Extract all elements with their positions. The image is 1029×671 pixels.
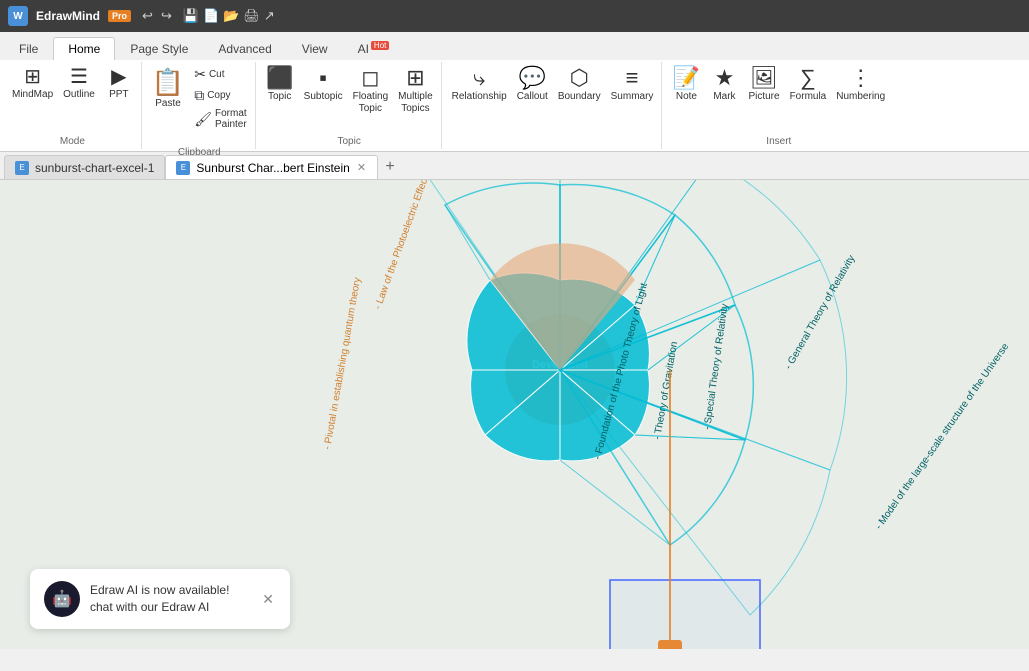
picture-icon: 🖼 — [750, 67, 778, 89]
canvas[interactable]: Developed — [0, 180, 1029, 649]
mark-icon: ★ — [715, 67, 735, 89]
note-icon: 📝 — [673, 67, 700, 89]
undo-button[interactable]: ↩ — [139, 6, 156, 26]
add-tab-button[interactable]: + — [378, 155, 402, 179]
doc-tab-1-icon: E — [15, 161, 29, 175]
boundary-icon: ⬡ — [570, 67, 589, 89]
tab-home[interactable]: Home — [53, 37, 115, 60]
doc-tab-2-label: Sunburst Char...bert Einstein — [196, 161, 349, 175]
pro-badge: Pro — [108, 10, 131, 22]
floating-topic-icon: ◻ — [361, 67, 379, 89]
tab-ai[interactable]: AIHot — [343, 36, 405, 60]
floating-topic-button[interactable]: ◻ Floating Topic — [349, 64, 393, 118]
relationship-button[interactable]: ⤷ Relationship — [448, 64, 511, 106]
doc-tab-bar: E sunburst-chart-excel-1 E Sunburst Char… — [0, 152, 1029, 180]
title-bar: W EdrawMind Pro ↩ ↪ 💾 📄 📂 🖨 ↗ — [0, 0, 1029, 32]
redo-button[interactable]: ↪ — [158, 6, 175, 26]
mindmap-button[interactable]: ⊞ MindMap — [8, 64, 57, 104]
mark-button[interactable]: ★ Mark — [706, 64, 742, 106]
copy-button[interactable]: ⧉ Copy — [190, 85, 250, 106]
topic-group-label: Topic — [262, 136, 437, 147]
print-button[interactable]: 🖨 — [243, 8, 260, 24]
ai-notification-close[interactable]: ✕ — [260, 589, 276, 610]
numbering-icon: ⋮ — [850, 67, 872, 89]
ppt-button[interactable]: ▶ PPT — [101, 64, 137, 104]
summary-button[interactable]: ≡ Summary — [607, 64, 658, 106]
note-button[interactable]: 📝 Note — [668, 64, 704, 106]
app-brand: EdrawMind — [36, 9, 100, 23]
topic-button[interactable]: ⬛ Topic — [262, 64, 298, 106]
save-button[interactable]: 💾 — [183, 8, 199, 24]
format-painter-button[interactable]: 🖌 Format Painter — [190, 106, 250, 132]
svg-text:- Law of the Photoelectric Eff: - Law of the Photoelectric Effect — [372, 180, 431, 311]
ai-notification-text: Edraw AI is now available! chat with our… — [90, 582, 250, 616]
subtopic-button[interactable]: ▪ Subtopic — [300, 64, 347, 106]
mindmap-icon: ⊞ — [24, 67, 41, 87]
multiple-topics-icon: ⊞ — [406, 67, 424, 89]
topic-icon: ⬛ — [266, 67, 293, 89]
ai-notification: 🤖 Edraw AI is now available! chat with o… — [30, 569, 290, 629]
copy-icon: ⧉ — [194, 87, 204, 104]
ai-icon: 🤖 — [44, 581, 80, 617]
ribbon: ⊞ MindMap ☰ Outline ▶ PPT Mode 📋 Paste ✂ — [0, 60, 1029, 152]
ppt-icon: ▶ — [111, 67, 126, 87]
export-button[interactable]: ↗ — [264, 8, 275, 24]
multiple-topics-button[interactable]: ⊞ Multiple Topics — [394, 64, 436, 118]
svg-text:- Model of the large-scale str: - Model of the large-scale structure of … — [873, 341, 1011, 532]
formula-icon: ∑ — [800, 67, 816, 89]
outline-button[interactable]: ☰ Outline — [59, 64, 99, 104]
formula-button[interactable]: ∑ Formula — [786, 64, 831, 106]
doc-tab-2-icon: E — [176, 161, 190, 175]
svg-text:- Pivotal in establishing quan: - Pivotal in establishing quantum theory — [322, 277, 363, 451]
paste-button[interactable]: 📋 Paste — [148, 64, 188, 132]
sunburst-chart: Developed — [180, 180, 1029, 649]
outline-icon: ☰ — [70, 67, 88, 87]
callout-button[interactable]: 💬 Callout — [513, 64, 552, 106]
doc-tab-2[interactable]: E Sunburst Char...bert Einstein ✕ — [165, 155, 378, 179]
topic-group: ⬛ Topic ▪ Subtopic ◻ Floating Topic ⊞ Mu… — [258, 62, 442, 149]
clipboard-group: 📋 Paste ✂ Cut ⧉ Copy 🖌 Format Painter Cu… — [144, 62, 256, 149]
tab-advanced[interactable]: Advanced — [203, 37, 286, 60]
open-file-button[interactable]: 📂 — [223, 8, 239, 24]
new-file-button[interactable]: 📄 — [203, 8, 219, 24]
relationship-icon: ⤷ — [473, 67, 485, 89]
ribbon-tab-bar: File Home Page Style Advanced View AIHot — [0, 32, 1029, 60]
relationship-group: ⤷ Relationship 💬 Callout ⬡ Boundary ≡ Su… — [444, 62, 663, 149]
insert-group: 📝 Note ★ Mark 🖼 Picture ∑ Formula ⋮ Numb… — [664, 62, 893, 149]
doc-tab-1-label: sunburst-chart-excel-1 — [35, 161, 154, 175]
svg-text:- Special Theory of Relativity: - Special Theory of Relativity — [702, 303, 731, 430]
cut-button[interactable]: ✂ Cut — [190, 64, 250, 85]
tab-file[interactable]: File — [4, 37, 53, 60]
svg-text:- Theory of Gravitation: - Theory of Gravitation — [652, 341, 680, 441]
doc-tab-2-close[interactable]: ✕ — [356, 161, 367, 174]
format-painter-icon: 🖌 — [194, 111, 212, 128]
tab-view[interactable]: View — [287, 37, 343, 60]
callout-icon: 💬 — [519, 67, 546, 89]
picture-button[interactable]: 🖼 Picture — [744, 64, 783, 106]
insert-group-label: Insert — [668, 136, 889, 147]
boundary-button[interactable]: ⬡ Boundary — [554, 64, 605, 106]
subtopic-icon: ▪ — [319, 67, 327, 89]
mode-group-label: Mode — [8, 136, 137, 147]
app-logo: W — [8, 6, 28, 26]
cut-icon: ✂ — [194, 66, 206, 83]
tab-page-style[interactable]: Page Style — [115, 37, 203, 60]
numbering-button[interactable]: ⋮ Numbering — [832, 64, 889, 106]
mode-group: ⊞ MindMap ☰ Outline ▶ PPT Mode — [4, 62, 142, 149]
summary-icon: ≡ — [626, 67, 639, 89]
doc-tab-1[interactable]: E sunburst-chart-excel-1 — [4, 155, 165, 179]
paste-icon: 📋 — [152, 67, 184, 98]
